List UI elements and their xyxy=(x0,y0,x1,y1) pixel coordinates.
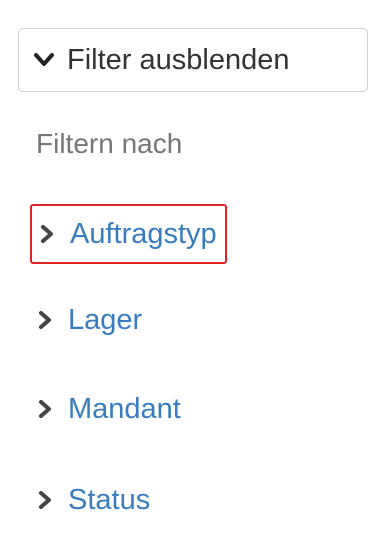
hide-filter-label: Filter ausblenden xyxy=(67,43,290,76)
filter-heading: Filtern nach xyxy=(36,128,183,159)
filter-panel: Filter ausblenden Filtern nach Auftragst… xyxy=(0,0,384,538)
filter-item-status[interactable]: Status xyxy=(36,476,150,524)
filter-item-auftragstyp[interactable]: Auftragstyp xyxy=(30,204,227,264)
filter-item-label: Lager xyxy=(68,303,143,336)
filter-item-label: Auftragstyp xyxy=(70,217,217,250)
chevron-right-icon xyxy=(36,398,54,420)
filter-item-lager[interactable]: Lager xyxy=(36,296,142,344)
filter-item-label: Status xyxy=(68,483,151,516)
chevron-right-icon xyxy=(38,223,56,245)
filter-item-mandant[interactable]: Mandant xyxy=(36,385,181,433)
chevron-down-icon xyxy=(33,49,55,71)
chevron-right-icon xyxy=(36,489,54,511)
chevron-right-icon xyxy=(36,309,54,331)
hide-filter-button[interactable]: Filter ausblenden xyxy=(18,28,368,92)
filter-item-label: Mandant xyxy=(68,392,181,425)
